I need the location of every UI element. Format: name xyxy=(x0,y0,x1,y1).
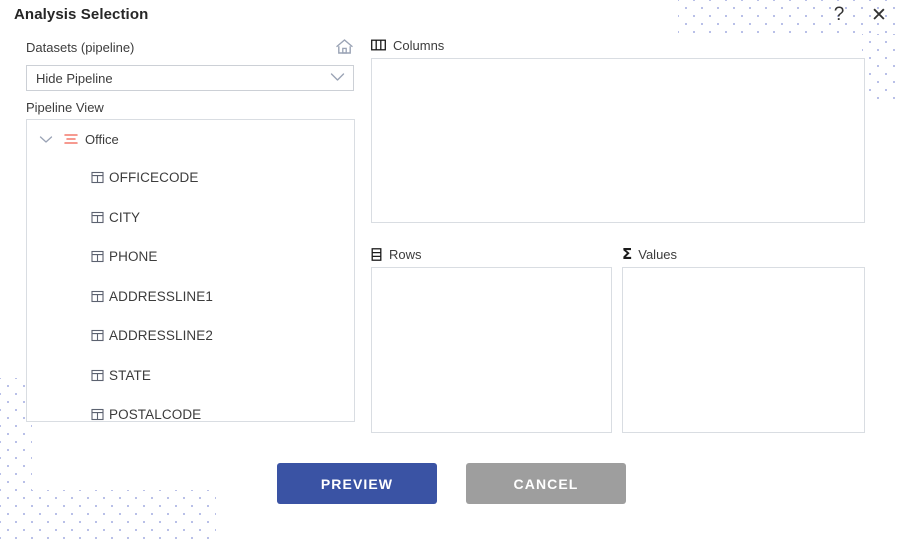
column-field-icon xyxy=(91,211,104,224)
chevron-down-icon[interactable] xyxy=(39,135,53,144)
tree-item-label: ADDRESSLINE2 xyxy=(109,328,213,344)
tree-item-label: STATE xyxy=(109,367,152,383)
column-field-icon xyxy=(91,369,104,382)
column-field-icon xyxy=(91,250,104,263)
help-icon[interactable]: ? xyxy=(826,2,852,28)
page-title: Analysis Selection xyxy=(14,6,149,23)
tree-node-office[interactable]: Office xyxy=(27,120,354,158)
column-field-icon xyxy=(91,290,104,303)
table-list-icon xyxy=(64,133,78,145)
tree-item-phone[interactable]: PHONE xyxy=(27,237,354,277)
columns-icon xyxy=(371,39,386,51)
chevron-down-icon xyxy=(330,72,345,82)
tree-item-label: OFFICECODE xyxy=(109,170,199,186)
rows-zone-header: Rows xyxy=(371,245,612,263)
tree-item-city[interactable]: CITY xyxy=(27,198,354,238)
pipeline-select-value: Hide Pipeline xyxy=(36,71,113,86)
tree-item-addressline1[interactable]: ADDRESSLINE1 xyxy=(27,277,354,317)
rows-zone-label: Rows xyxy=(389,246,422,262)
tree-item-officecode[interactable]: OFFICECODE xyxy=(27,158,354,198)
values-dropzone[interactable] xyxy=(622,267,865,433)
values-zone-header: Σ Values xyxy=(622,245,865,263)
dialog-button-bar: PREVIEW CANCEL xyxy=(277,463,626,504)
dialog-title-bar: Analysis Selection ? ✕ xyxy=(0,0,900,32)
tree-item-addressline2[interactable]: ADDRESSLINE2 xyxy=(27,316,354,356)
tree-item-state[interactable]: STATE xyxy=(27,356,354,396)
rows-icon xyxy=(371,247,382,261)
analysis-zones-panel: Columns Rows Σ Values xyxy=(371,36,865,433)
close-icon[interactable]: ✕ xyxy=(866,2,892,28)
column-field-icon xyxy=(91,408,104,421)
column-field-icon xyxy=(91,171,104,184)
tree-item-label: CITY xyxy=(109,209,141,225)
rows-dropzone[interactable] xyxy=(371,267,612,433)
rows-zone-group: Rows xyxy=(371,245,612,433)
tree-item-postalcode[interactable]: POSTALCODE xyxy=(27,395,354,422)
cancel-button[interactable]: CANCEL xyxy=(466,463,626,504)
values-zone-label: Values xyxy=(638,246,678,262)
pipeline-panel: Datasets (pipeline) Hide Pipeline Pipeli… xyxy=(26,38,356,422)
columns-dropzone[interactable] xyxy=(371,58,865,223)
tree-item-label: ADDRESSLINE1 xyxy=(109,288,213,304)
decorative-dot-pattern-right xyxy=(862,34,900,100)
pipeline-view-label: Pipeline View xyxy=(26,100,104,115)
tree-item-label: POSTALCODE xyxy=(109,407,202,422)
pipeline-select[interactable]: Hide Pipeline xyxy=(26,65,354,91)
preview-button[interactable]: PREVIEW xyxy=(277,463,437,504)
columns-zone-label: Columns xyxy=(393,37,445,53)
tree-node-label: Office xyxy=(85,131,119,147)
sigma-icon: Σ xyxy=(622,244,633,263)
values-zone-group: Σ Values xyxy=(622,245,865,433)
columns-zone-header: Columns xyxy=(371,36,865,54)
home-icon[interactable] xyxy=(335,38,354,55)
lower-zones-row: Rows Σ Values xyxy=(371,245,865,433)
pipeline-tree[interactable]: Office OFFICECODE CITY PHONE ADDRESSLINE… xyxy=(26,119,355,422)
decorative-dot-pattern-bottom xyxy=(0,490,216,540)
datasets-label: Datasets (pipeline) xyxy=(26,40,135,55)
datasets-row: Datasets (pipeline) xyxy=(26,38,356,62)
tree-item-label: PHONE xyxy=(109,249,158,265)
column-field-icon xyxy=(91,329,104,342)
